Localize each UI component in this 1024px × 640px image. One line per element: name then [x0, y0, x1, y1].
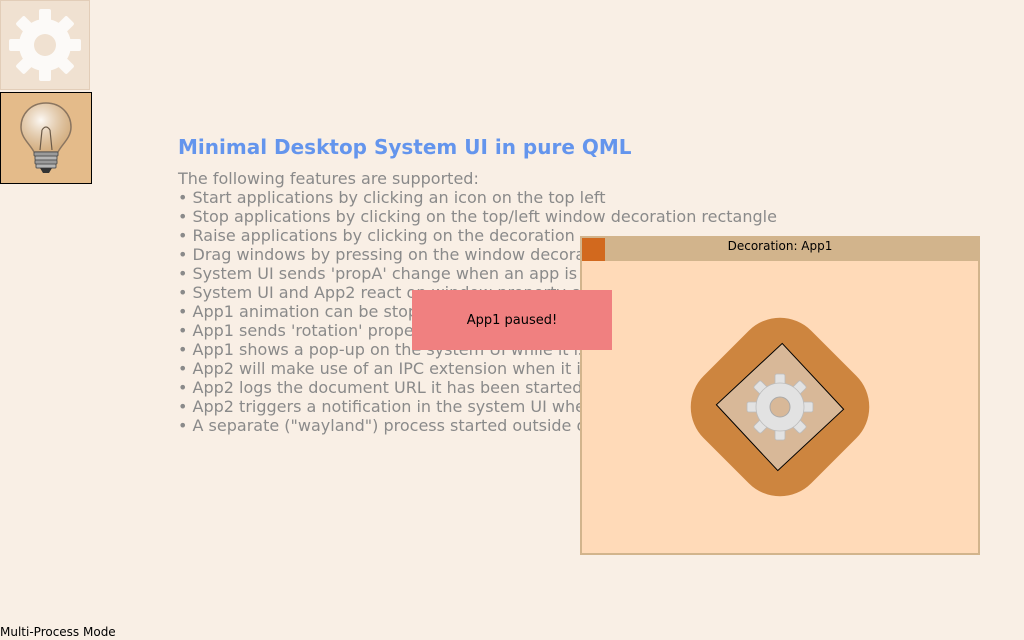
app2-launcher[interactable]: [0, 92, 92, 184]
app1-launcher[interactable]: [0, 0, 90, 90]
app1-content[interactable]: [582, 261, 978, 553]
mode-label: Multi-Process Mode: [0, 625, 116, 639]
page-title: Minimal Desktop System UI in pure QML: [178, 135, 632, 159]
app1-paused-popup: App1 paused!: [412, 290, 612, 350]
list-item: • Start applications by clicking an icon…: [178, 188, 606, 207]
app1-window[interactable]: Decoration: App1: [580, 236, 980, 555]
decoration-label: Decoration: App1: [727, 239, 833, 253]
feature-intro: The following features are supported:: [178, 169, 479, 188]
popup-text: App1 paused!: [466, 312, 558, 328]
window-decoration[interactable]: Decoration: App1: [582, 238, 978, 261]
gear-icon: [746, 373, 814, 441]
list-item: • Stop applications by clicking on the t…: [178, 207, 777, 226]
gear-icon: [9, 9, 81, 81]
lightbulb-icon: [20, 102, 72, 173]
app1-animation[interactable]: [582, 261, 978, 553]
